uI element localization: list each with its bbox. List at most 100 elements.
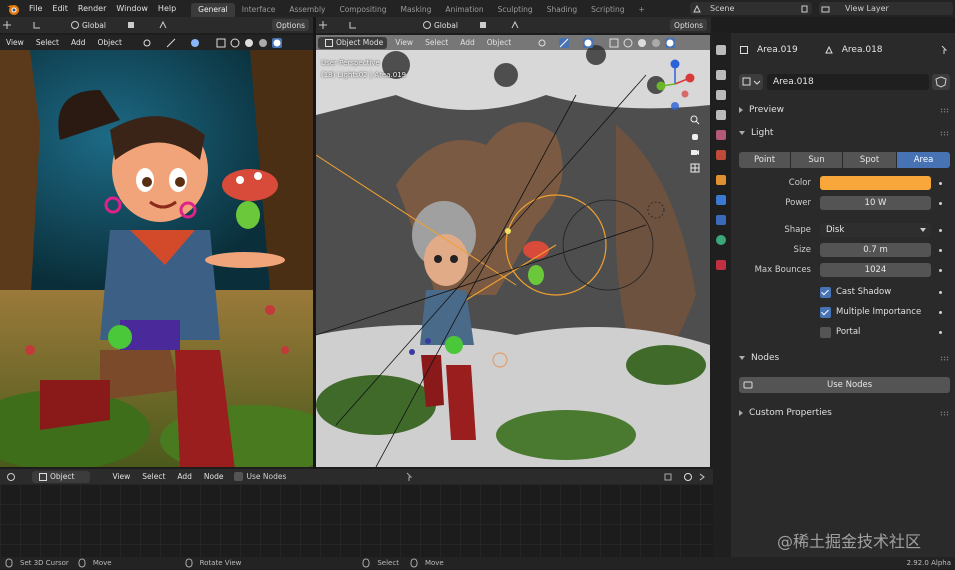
output-tab-icon[interactable]: [716, 90, 726, 100]
scene-selector[interactable]: Scene: [690, 2, 812, 15]
keyframe-dot-icon[interactable]: [939, 181, 942, 185]
right-xray-icon[interactable]: [609, 38, 619, 48]
left-options-button[interactable]: Options: [272, 19, 309, 31]
tool-tab-icon[interactable]: [716, 45, 726, 55]
navigation-gizmo[interactable]: [655, 56, 695, 112]
right-orientation-dropdown[interactable]: Global: [416, 19, 462, 31]
bounces-field[interactable]: 1024: [820, 263, 931, 277]
color-swatch[interactable]: [820, 176, 931, 190]
object-tab-icon[interactable]: [716, 175, 726, 185]
right-snap-icon[interactable]: [510, 20, 520, 30]
right-options-button[interactable]: Options: [670, 19, 707, 31]
tab-animation[interactable]: Animation: [438, 3, 490, 17]
right-gizmo-icon[interactable]: [559, 37, 570, 48]
light-type-sun[interactable]: Sun: [791, 152, 842, 168]
keyframe-dot-icon[interactable]: [939, 268, 942, 272]
node-editor-type-icon[interactable]: [6, 472, 16, 482]
tab-compositing[interactable]: Compositing: [332, 3, 393, 17]
left-select-menu[interactable]: Select: [32, 37, 63, 49]
multiple-importance-checkbox[interactable]: [820, 306, 831, 318]
blender-logo-icon[interactable]: [6, 2, 20, 16]
node-view-menu[interactable]: View: [108, 471, 134, 483]
drag-grip-icon[interactable]: [940, 355, 949, 361]
right-view-menu[interactable]: View: [391, 37, 417, 49]
right-transform-icon[interactable]: [348, 20, 358, 30]
keyframe-dot-icon[interactable]: [939, 201, 942, 205]
portal-checkbox[interactable]: [820, 326, 831, 338]
light-data-browse[interactable]: [739, 74, 763, 90]
left-wireframe-shading-icon[interactable]: [230, 38, 240, 48]
shape-dropdown[interactable]: Disk: [820, 223, 931, 237]
fake-user-shield-icon[interactable]: [932, 74, 950, 90]
keyframe-dot-icon[interactable]: [939, 248, 942, 252]
node-add-menu[interactable]: Add: [173, 471, 196, 483]
power-field[interactable]: 10 W: [820, 196, 931, 210]
cast-shadow-checkbox[interactable]: [820, 286, 831, 298]
camera-icon[interactable]: [690, 147, 700, 157]
drag-grip-icon[interactable]: [940, 130, 949, 136]
right-object-menu[interactable]: Object: [483, 37, 515, 49]
node-select-menu[interactable]: Select: [138, 471, 169, 483]
snap-icon[interactable]: [158, 20, 168, 30]
left-object-menu[interactable]: Object: [93, 37, 125, 49]
drag-grip-icon[interactable]: [940, 410, 949, 416]
zoom-icon[interactable]: [690, 115, 700, 125]
left-overlay-icon[interactable]: [190, 38, 200, 48]
left-view-menu[interactable]: View: [2, 37, 28, 49]
view-layer-selector[interactable]: View Layer: [819, 2, 953, 15]
drag-grip-icon[interactable]: [940, 107, 949, 113]
shader-type-dropdown[interactable]: Object: [32, 470, 91, 483]
keyframe-dot-icon[interactable]: [939, 290, 942, 294]
menu-render[interactable]: Render: [73, 0, 111, 17]
light-type-spot[interactable]: Spot: [843, 152, 896, 168]
menu-help[interactable]: Help: [153, 0, 181, 17]
editor-type-icon[interactable]: [2, 20, 12, 30]
menu-window[interactable]: Window: [111, 0, 153, 17]
node-editor-canvas[interactable]: [0, 484, 713, 557]
transform-icon[interactable]: [32, 20, 42, 30]
menu-file[interactable]: File: [24, 0, 47, 17]
tab-assembly[interactable]: Assembly: [282, 3, 332, 17]
light-type-area[interactable]: Area: [897, 152, 950, 168]
node-snap-icon[interactable]: [663, 472, 673, 482]
left-gizmo-icon[interactable]: [166, 38, 176, 48]
right-pivot-icon[interactable]: [478, 20, 488, 30]
tab-sculpting[interactable]: Sculpting: [491, 3, 540, 17]
right-solid-shading-icon[interactable]: [637, 38, 647, 48]
right-material-shading-icon[interactable]: [651, 38, 661, 48]
light-section-header[interactable]: Light: [731, 124, 955, 142]
right-wireframe-shading-icon[interactable]: [623, 38, 633, 48]
right-add-menu[interactable]: Add: [456, 37, 479, 49]
tab-interface[interactable]: Interface: [235, 3, 283, 17]
pan-hand-icon[interactable]: [690, 131, 700, 141]
left-rendered-shading-icon[interactable]: [271, 37, 282, 48]
preview-section-header[interactable]: Preview: [731, 101, 955, 119]
light-data-tab-icon[interactable]: [716, 235, 726, 245]
left-viewport-render[interactable]: [0, 50, 313, 467]
right-editor-type-icon[interactable]: [318, 20, 328, 30]
texture-tab-icon[interactable]: [716, 260, 726, 270]
right-overlay-icon[interactable]: [583, 37, 594, 48]
right-select-menu[interactable]: Select: [421, 37, 452, 49]
keyframe-dot-icon[interactable]: [939, 310, 942, 314]
right-visibility-icon[interactable]: [537, 38, 547, 48]
constraint-tab-icon[interactable]: [716, 215, 726, 225]
menu-edit[interactable]: Edit: [47, 0, 73, 17]
pivot-icon[interactable]: [126, 20, 136, 30]
tab-masking[interactable]: Masking: [393, 3, 438, 17]
tab-general[interactable]: General: [191, 3, 235, 17]
modifier-tab-icon[interactable]: [716, 195, 726, 205]
right-viewport-3d[interactable]: [316, 35, 710, 467]
left-add-menu[interactable]: Add: [67, 37, 90, 49]
left-xray-icon[interactable]: [216, 38, 226, 48]
keyframe-dot-icon[interactable]: [939, 228, 942, 232]
node-use-nodes-checkbox[interactable]: [233, 472, 243, 481]
tab-shading[interactable]: Shading: [540, 3, 584, 17]
size-field[interactable]: 0.7 m: [820, 243, 931, 257]
node-pin-icon[interactable]: [404, 472, 414, 482]
left-material-shading-icon[interactable]: [258, 38, 268, 48]
custom-properties-section-header[interactable]: Custom Properties: [731, 404, 955, 422]
pin-icon[interactable]: [939, 45, 949, 55]
tab-scripting[interactable]: Scripting: [584, 3, 631, 17]
render-tab-icon[interactable]: [716, 70, 726, 80]
